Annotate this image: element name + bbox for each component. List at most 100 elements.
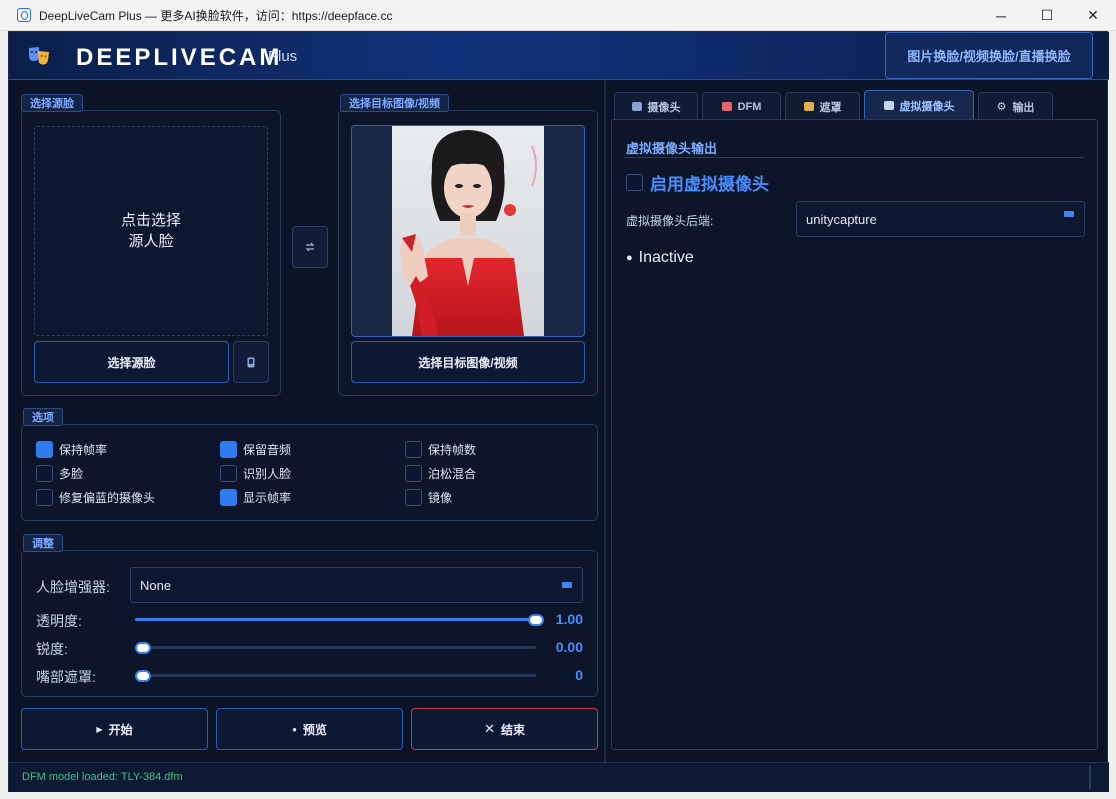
keep-fps-label: 保持帧率: [59, 443, 108, 457]
backend-select[interactable]: unitycapture: [796, 201, 1085, 237]
tab-camera-label: 摄像头: [647, 101, 681, 114]
app-icon: [17, 8, 31, 22]
poisson-blend-checkbox[interactable]: [405, 465, 422, 482]
status-dot-icon: ●: [626, 252, 633, 264]
detect-face-checkbox[interactable]: [220, 465, 237, 482]
window-title: DeepLiveCam Plus — 更多AI换脸软件，访问：https://d…: [39, 8, 393, 23]
backend-label: 虚拟摄像头后端:: [626, 214, 714, 228]
stop-label: 结束: [500, 722, 525, 737]
options-group-label: 选项: [23, 408, 63, 426]
target-group-label: 选择目标图像/视频: [340, 94, 450, 112]
show-fps-checkbox[interactable]: [220, 489, 237, 506]
section-underline: [624, 157, 1084, 158]
stop-button[interactable]: ✕ 结束: [411, 708, 598, 750]
play-icon: ▶: [96, 724, 103, 734]
opacity-slider-fill: [135, 618, 536, 621]
option-fix-blue-camera[interactable]: 修复偏蓝的摄像头: [36, 489, 155, 506]
status-line: ● Inactive: [626, 249, 694, 267]
enable-virtual-camera[interactable]: 启用虚拟摄像头: [626, 170, 769, 195]
preview-label: 预览: [302, 722, 327, 737]
app-header: DEEPLIVECAM Plus 图片换脸/视频换脸/直播换脸: [9, 32, 1109, 80]
fix-blue-camera-checkbox[interactable]: [36, 489, 53, 506]
sharpness-slider-handle[interactable]: [135, 642, 151, 654]
select-target-label: 选择目标图像/视频: [418, 355, 518, 370]
keep-fps-checkbox[interactable]: [36, 441, 53, 458]
target-preview[interactable]: [351, 125, 585, 337]
dfm-icon: [721, 102, 732, 111]
tab-output-label: 输出: [1012, 101, 1035, 114]
mouth-mask-slider[interactable]: [135, 670, 536, 682]
virtual-camera-icon: [883, 101, 894, 110]
close-icon: ✕: [484, 721, 495, 736]
many-faces-checkbox[interactable]: [36, 465, 53, 482]
enhancer-label: 人脸增强器:: [36, 579, 110, 595]
option-mirror[interactable]: 镜像: [405, 489, 452, 506]
adjust-group-label: 调整: [23, 534, 63, 552]
mouth-mask-slider-handle[interactable]: [135, 670, 151, 682]
close-window-button[interactable]: ✕: [1070, 0, 1116, 31]
select-source-button[interactable]: 选择源脸: [34, 341, 229, 383]
enhancer-value: None: [140, 577, 172, 593]
select-source-label: 选择源脸: [107, 355, 156, 370]
swap-button[interactable]: [292, 226, 328, 268]
mirror-checkbox[interactable]: [405, 489, 422, 506]
tab-camera[interactable]: 摄像头: [614, 92, 698, 120]
opacity-value: 1.00: [555, 611, 583, 627]
option-poisson-blend[interactable]: 泊松混合: [405, 465, 476, 482]
show-fps-label: 显示帧率: [243, 491, 292, 505]
minimize-button[interactable]: ─: [978, 0, 1024, 31]
mode-switch-button[interactable]: 图片换脸/视频换脸/直播换脸: [885, 32, 1093, 79]
poisson-blend-label: 泊松混合: [428, 467, 477, 481]
keep-audio-checkbox[interactable]: [220, 441, 237, 458]
sharpness-label: 锐度:: [36, 641, 68, 657]
maximize-button[interactable]: ☐: [1024, 0, 1070, 31]
camera-icon: [631, 102, 642, 111]
dropzone-line1: 点击选择: [120, 212, 181, 229]
dropzone-line2: 源人脸: [128, 233, 174, 250]
opacity-slider[interactable]: [135, 614, 544, 626]
mirror-label: 镜像: [428, 491, 453, 505]
option-detect-face[interactable]: 识别人脸: [220, 465, 291, 482]
enable-virtual-camera-label: 启用虚拟摄像头: [650, 175, 769, 194]
camera-icon: [247, 357, 255, 367]
enhancer-select[interactable]: None: [130, 567, 583, 603]
source-camera-button[interactable]: [233, 341, 269, 383]
tab-mask[interactable]: 遮罩: [785, 92, 860, 120]
select-target-button[interactable]: 选择目标图像/视频: [351, 341, 585, 383]
source-face-dropzone[interactable]: 点击选择 源人脸: [34, 126, 268, 336]
eye-icon: ●: [292, 724, 297, 734]
option-keep-audio[interactable]: 保留音频: [220, 441, 291, 458]
source-group-label: 选择源脸: [21, 94, 83, 112]
section-title: 虚拟摄像头输出: [626, 141, 718, 156]
option-show-fps[interactable]: 显示帧率: [220, 489, 291, 506]
target-photo: [392, 126, 544, 336]
tab-mask-label: 遮罩: [819, 101, 842, 114]
start-label: 开始: [108, 722, 133, 737]
status-message: DFM model loaded: TLY-384.dfm: [22, 771, 183, 783]
fix-blue-camera-label: 修复偏蓝的摄像头: [59, 491, 156, 505]
option-keep-fps[interactable]: 保持帧率: [36, 441, 107, 458]
swap-icon: [305, 242, 315, 252]
theater-masks-icon: [29, 47, 49, 65]
options-group: [21, 424, 598, 521]
dropdown-arrow-icon: [1064, 211, 1074, 217]
keep-frames-label: 保持帧数: [428, 443, 477, 457]
tab-virtual-camera[interactable]: 虚拟摄像头: [864, 90, 974, 120]
enable-virtual-camera-checkbox[interactable]: [626, 174, 643, 191]
size-grip: [1089, 766, 1091, 790]
sharpness-slider[interactable]: [135, 642, 536, 654]
option-many-faces[interactable]: 多脸: [36, 465, 83, 482]
window-titlebar: DeepLiveCam Plus — 更多AI换脸软件，访问：https://d…: [0, 0, 1116, 31]
tab-virtual-camera-label: 虚拟摄像头: [899, 100, 955, 113]
keep-frames-checkbox[interactable]: [405, 441, 422, 458]
option-keep-frames[interactable]: 保持帧数: [405, 441, 476, 458]
many-faces-label: 多脸: [59, 467, 84, 481]
opacity-label: 透明度:: [36, 613, 82, 629]
preview-button[interactable]: ● 预览: [216, 708, 403, 750]
start-button[interactable]: ▶ 开始: [21, 708, 208, 750]
brand-suffix: Plus: [268, 48, 298, 65]
tab-dfm[interactable]: DFM: [702, 92, 781, 120]
status-text: Inactive: [638, 249, 694, 266]
tab-output[interactable]: ⚙ 输出: [978, 92, 1053, 120]
detect-face-label: 识别人脸: [243, 467, 292, 481]
